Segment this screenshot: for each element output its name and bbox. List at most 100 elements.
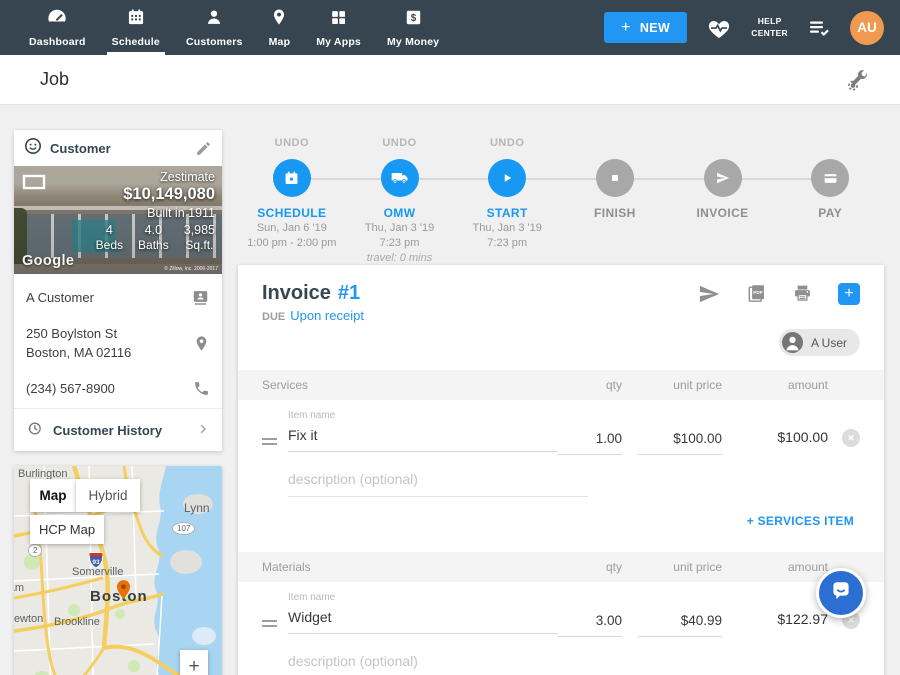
svg-text:93: 93 [92, 559, 100, 566]
svg-text:$: $ [410, 13, 416, 24]
invoice-step-label: INVOICE [696, 206, 748, 220]
zillow-copyright: © Zillow, Inc. 2006-2017 [164, 266, 218, 272]
nav-map-label: Map [269, 36, 291, 48]
service-description-input[interactable]: description (optional) [288, 467, 588, 497]
service-qty-input[interactable]: 1.00 [558, 410, 622, 455]
help-center-link[interactable]: HELP CENTER [751, 16, 788, 38]
nav-my-money[interactable]: $ My Money [374, 0, 452, 55]
timeline-step-pay: PAY [776, 137, 884, 265]
address-line1: 250 Boylston St [26, 326, 117, 341]
customer-history-row[interactable]: Customer History [14, 408, 222, 451]
checklist-icon[interactable] [807, 18, 831, 38]
new-button[interactable]: +NEW [604, 12, 687, 43]
nav-map[interactable]: Map [256, 0, 304, 55]
nav-my-apps[interactable]: My Apps [303, 0, 374, 55]
drag-handle-icon[interactable] [262, 592, 288, 630]
customer-address-row: 250 Boylston St Boston, MA 02116 [26, 316, 210, 371]
stop-icon [606, 169, 624, 187]
user-avatar[interactable]: AU [850, 11, 884, 45]
finish-step-button[interactable] [596, 159, 634, 197]
map-label-lynn: Lynn [184, 501, 210, 515]
undo-omw-button[interactable]: UNDO [382, 137, 416, 150]
omw-date: Thu, Jan 3 '19 [365, 221, 434, 235]
service-amount: $100.00 [738, 410, 828, 445]
start-step-button[interactable] [488, 159, 526, 197]
map-type-map-button[interactable]: Map [30, 479, 76, 512]
drag-handle-icon[interactable] [262, 410, 288, 448]
nav-schedule[interactable]: Schedule [99, 0, 173, 55]
add-invoice-item-button[interactable]: + [838, 283, 860, 305]
due-row: DUE Upon receipt [238, 305, 884, 323]
customer-phone-row: (234) 567-8900 [26, 371, 210, 407]
omw-step-button[interactable] [381, 159, 419, 197]
amount-column-header: amount [738, 560, 828, 574]
services-section-header: Services qty unit price amount [238, 370, 884, 400]
map-zoom-control: + − [180, 650, 208, 675]
app-screen: Dashboard Schedule Customers Map My Apps… [0, 0, 900, 675]
map-zoom-in-button[interactable]: + [180, 650, 208, 675]
due-label: DUE [262, 311, 285, 323]
nav-customers[interactable]: Customers [173, 0, 256, 55]
map-type-hybrid-button[interactable]: Hybrid [76, 479, 140, 512]
add-services-item-link[interactable]: + SERVICES ITEM [747, 514, 854, 528]
send-invoice-icon[interactable] [698, 284, 721, 304]
person-icon [204, 7, 224, 32]
customer-card-title: Customer [50, 141, 187, 156]
material-description-input[interactable]: description (optional) [288, 649, 588, 675]
streetview-pano-icon[interactable] [22, 174, 46, 195]
contact-card-icon[interactable] [191, 288, 210, 307]
unit-price-column-header: unit price [638, 560, 722, 574]
schedule-step-button[interactable] [273, 159, 311, 197]
help-center-line1: HELP [751, 16, 788, 27]
location-pin-icon[interactable] [193, 334, 210, 353]
job-settings-tools-icon[interactable] [846, 68, 870, 92]
remove-service-item-button[interactable]: ✕ [842, 429, 860, 447]
qty-column-header: qty [558, 560, 622, 574]
left-column: Customer Zestimate $10,149,080 Built in … [14, 130, 222, 675]
materials-item-row: Item name Widget 3.00 $40.99 $122.97 ✕ [238, 582, 884, 637]
print-icon[interactable] [792, 283, 813, 304]
service-unit-price-input[interactable]: $100.00 [638, 410, 722, 455]
undo-schedule-button[interactable]: UNDO [275, 137, 309, 150]
material-item-name-input[interactable]: Widget [288, 603, 558, 634]
invoice-title: Invoice [262, 282, 331, 305]
money-icon: $ [404, 8, 423, 32]
address-line2: Boston, MA 02116 [26, 345, 131, 360]
nav-schedule-label: Schedule [112, 36, 160, 48]
customer-history-label: Customer History [53, 423, 186, 438]
pay-step-label: PAY [818, 206, 842, 220]
calendar-icon [282, 169, 301, 188]
materials-title: Materials [262, 560, 558, 574]
material-qty-input[interactable]: 3.00 [558, 592, 622, 637]
user-silhouette-icon [782, 332, 803, 353]
hcp-map-button[interactable]: HCP Map [30, 515, 104, 544]
map-widget[interactable]: Burlington Lynn Somerville Waltham Bosto… [14, 466, 222, 675]
main-column: UNDO SCHEDULE Sun, Jan 6 '19 1:00 pm - 2… [238, 105, 884, 675]
invoice-step-button[interactable] [704, 159, 742, 197]
dashboard-icon [46, 7, 68, 32]
invoice-number-link[interactable]: #1 [338, 282, 360, 305]
due-value-link[interactable]: Upon receipt [290, 308, 364, 323]
truck-icon [390, 168, 410, 188]
home-stats: 4Beds 4.0Baths 3,985Sq.ft. [96, 223, 215, 252]
phone-icon[interactable] [193, 380, 210, 397]
services-item-row: Item name Fix it 1.00 $100.00 $100.00 ✕ [238, 400, 884, 455]
assigned-user-name: A User [811, 336, 847, 350]
edit-pencil-icon[interactable] [195, 140, 212, 157]
customer-address: 250 Boylston St Boston, MA 02116 [26, 324, 193, 363]
timeline-step-start: UNDO START Thu, Jan 3 '19 7:23 pm [453, 137, 561, 265]
omw-step-label: OMW [384, 206, 416, 220]
pay-step-button[interactable] [811, 159, 849, 197]
zestimate-overlay: Zestimate $10,149,080 Built in 1911 4Bed… [96, 170, 215, 252]
material-unit-price-input[interactable]: $40.99 [638, 592, 722, 637]
chat-widget-button[interactable] [816, 568, 866, 618]
nav-my-money-label: My Money [387, 36, 439, 48]
service-item-name-input[interactable]: Fix it [288, 421, 558, 452]
assigned-user-chip[interactable]: A User [779, 329, 860, 356]
undo-start-button[interactable]: UNDO [490, 137, 524, 150]
omw-time: 7:23 pm [380, 236, 420, 250]
nav-dashboard[interactable]: Dashboard [16, 0, 99, 55]
zestimate-photo: Zestimate $10,149,080 Built in 1911 4Bed… [14, 166, 222, 274]
health-heart-icon[interactable] [706, 16, 732, 40]
pdf-icon[interactable]: PDF [746, 283, 767, 304]
